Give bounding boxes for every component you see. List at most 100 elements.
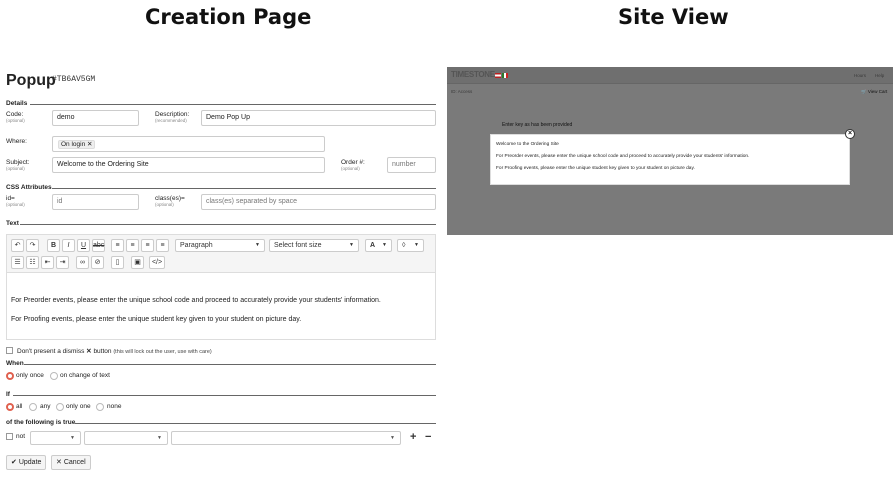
not-checkbox[interactable] <box>6 433 13 440</box>
image-icon[interactable]: ▣ <box>131 256 144 269</box>
align-justify-icon[interactable]: ≡ <box>156 239 169 252</box>
editor-line: For Preorder events, please enter the un… <box>11 297 381 304</box>
if-any-label: any <box>40 403 51 410</box>
where-input[interactable]: On login ✕ <box>52 136 325 152</box>
cart-icon: 🛒 <box>861 89 867 94</box>
modal-line: For Proofing events, please enter the un… <box>496 166 695 171</box>
outdent-icon[interactable]: ⇤ <box>41 256 54 269</box>
remove-condition-button[interactable]: − <box>425 431 431 443</box>
editor-toolbar: ↶ ↷ B I U abc ≡ ≡ ≡ ≡ Paragraph ▼ Select … <box>6 234 436 272</box>
if-any-radio[interactable] <box>29 403 37 411</box>
when-divider <box>24 364 436 365</box>
id-label: id= (optional) <box>6 195 25 207</box>
align-right-icon[interactable]: ≡ <box>141 239 154 252</box>
site-view-panel: TIMESTONE Hours Help ID: Access 🛒 View C… <box>447 67 893 235</box>
subject-hint: (optional) <box>6 166 25 171</box>
id-hint: (optional) <box>6 202 25 207</box>
dismiss-checkbox[interactable] <box>6 347 13 354</box>
popup-modal: Welcome to the Ordering Site For Preorde… <box>490 134 850 185</box>
source-code-icon[interactable]: </> <box>149 256 165 269</box>
text-divider <box>20 224 436 225</box>
if-section-title: If <box>6 391 10 398</box>
order-hint: (optional) <box>341 166 360 171</box>
background-prompt-text: Enter key as has been provided <box>502 122 573 128</box>
bold-icon[interactable]: B <box>47 239 60 252</box>
if-all-radio[interactable] <box>6 403 14 411</box>
underline-icon[interactable]: U <box>77 239 90 252</box>
code-input[interactable]: demo <box>52 110 139 126</box>
order-input[interactable]: number <box>387 157 436 173</box>
chevron-down-icon: ▼ <box>255 242 260 248</box>
code-hint: (optional) <box>6 118 25 123</box>
add-condition-button[interactable]: + <box>410 431 416 443</box>
text-editor[interactable]: For Preorder events, please enter the un… <box>6 272 436 340</box>
chevron-down-icon: ▼ <box>390 435 395 441</box>
description-input[interactable]: Demo Pop Up <box>201 110 436 126</box>
link-icon[interactable]: ∞ <box>76 256 89 269</box>
class-hint: (optional) <box>155 202 174 207</box>
when-only-once-radio[interactable] <box>6 372 14 380</box>
modal-title: Welcome to the Ordering Site <box>496 142 559 147</box>
block-format-select[interactable]: Paragraph ▼ <box>175 239 265 252</box>
when-change-radio[interactable] <box>50 372 58 380</box>
if-divider <box>13 395 436 396</box>
bullet-list-icon[interactable]: ☰ <box>11 256 24 269</box>
condition-value-select[interactable]: ▼ <box>171 431 401 445</box>
undo-icon[interactable]: ↶ <box>11 239 24 252</box>
nav-help[interactable]: Help <box>875 73 884 78</box>
close-icon: ✕ <box>56 459 62 466</box>
if-only-one-label: only one <box>66 403 91 410</box>
details-divider <box>30 104 436 105</box>
background-color-button[interactable]: ◊ ▼ <box>397 239 424 252</box>
code-label: Code: (optional) <box>6 111 25 123</box>
subject-label: Subject: (optional) <box>6 159 30 171</box>
description-hint: (recommended) <box>155 118 187 123</box>
id-input[interactable]: id <box>52 194 139 210</box>
not-label: not <box>16 433 26 440</box>
font-size-select[interactable]: Select font size ▼ <box>269 239 359 252</box>
indent-icon[interactable]: ⇥ <box>56 256 69 269</box>
modal-close-button[interactable]: × <box>845 129 855 139</box>
where-tag[interactable]: On login ✕ <box>58 140 96 149</box>
align-center-icon[interactable]: ≡ <box>126 239 139 252</box>
nav-hours[interactable]: Hours <box>854 73 866 78</box>
where-label: Where: <box>6 138 27 145</box>
when-only-once-label: only once <box>16 372 44 379</box>
numbered-list-icon[interactable]: ☷ <box>26 256 39 269</box>
update-button[interactable]: ✔ Update <box>6 455 47 470</box>
chevron-down-icon: ▼ <box>70 435 75 441</box>
condition-field-select[interactable]: ▼ <box>30 431 81 445</box>
remove-tag-icon[interactable]: ✕ <box>87 141 92 148</box>
chevron-down-icon: ▼ <box>414 242 419 248</box>
page-title: Popup <box>6 72 56 89</box>
italic-icon[interactable]: I <box>62 239 75 252</box>
redo-icon[interactable]: ↷ <box>26 239 39 252</box>
site-logo: TIMESTONE <box>451 70 495 79</box>
class-label: class(es)= (optional) <box>155 195 185 207</box>
subject-input[interactable]: Welcome to the Ordering Site <box>52 157 325 173</box>
if-none-label: none <box>107 403 122 410</box>
chevron-down-icon: ▼ <box>349 242 354 248</box>
document-icon[interactable]: ▯ <box>111 256 124 269</box>
chevron-down-icon: ▼ <box>382 242 387 248</box>
condition-operator-select[interactable]: ▼ <box>84 431 168 445</box>
css-section-title: CSS Attributes <box>6 184 52 191</box>
us-flag-icon[interactable] <box>495 73 501 78</box>
when-section-title: When <box>6 360 24 367</box>
account-text: ID: Access <box>451 89 473 94</box>
if-all-label: all <box>16 403 23 410</box>
text-section-title: Text <box>6 220 19 227</box>
strikethrough-icon[interactable]: abc <box>92 239 105 252</box>
align-left-icon[interactable]: ≡ <box>111 239 124 252</box>
if-only-one-radio[interactable] <box>56 403 64 411</box>
mx-flag-icon[interactable] <box>502 73 508 78</box>
font-color-button[interactable]: A ▼ <box>365 239 392 252</box>
cancel-button[interactable]: ✕ Cancel <box>51 455 91 470</box>
unlink-icon[interactable]: ⊘ <box>91 256 104 269</box>
view-cart-link[interactable]: 🛒 View Cart <box>861 89 887 95</box>
editor-line: For Proofing events, please enter the un… <box>11 316 302 323</box>
condition-section-title: of the following is true <box>6 419 76 426</box>
site-header: TIMESTONE Hours Help <box>447 67 893 84</box>
class-input[interactable]: class(es) separated by space <box>201 194 436 210</box>
if-none-radio[interactable] <box>96 403 104 411</box>
